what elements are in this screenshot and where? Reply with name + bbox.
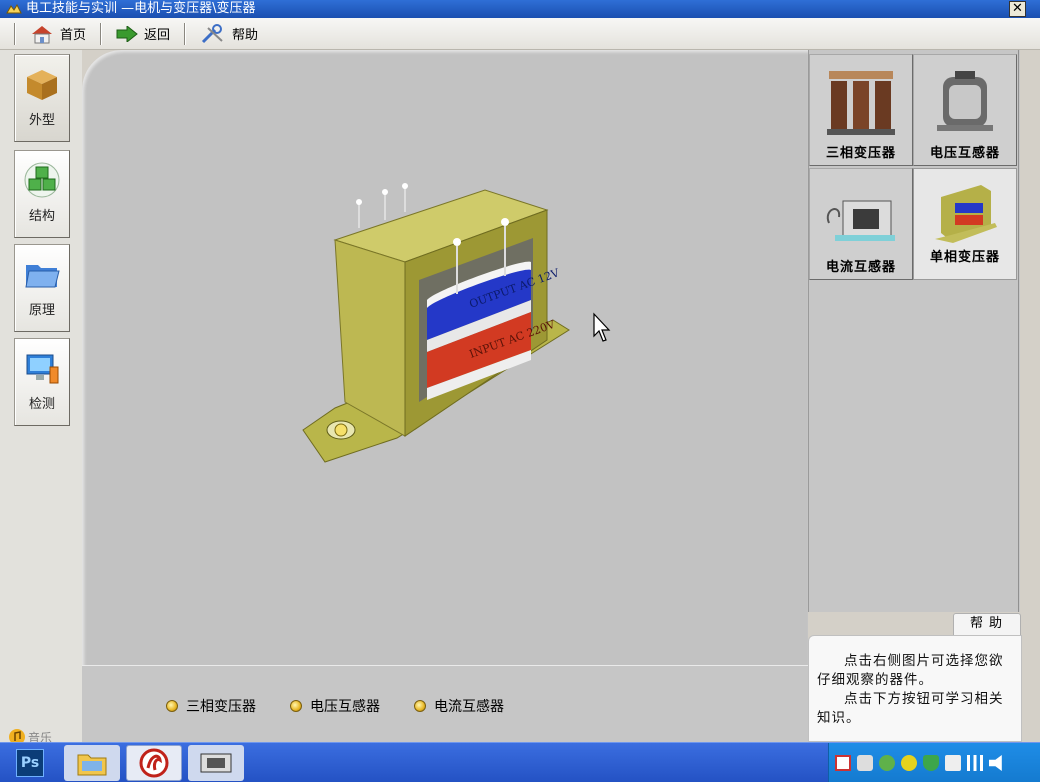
help-text-box: 点击右侧图片可选择您欲仔细观察的器件。 点击下方按钮可学习相关知识。 bbox=[808, 635, 1022, 742]
tray-security-icon[interactable] bbox=[923, 755, 939, 771]
sidebar-item-label: 结构 bbox=[28, 209, 55, 224]
bottom-link-label: 三相变压器 bbox=[186, 699, 256, 715]
tray-network-icon[interactable] bbox=[857, 755, 873, 771]
toolbar: 首页 返回 帮助 bbox=[0, 18, 1040, 50]
back-button[interactable]: 返回 bbox=[112, 20, 174, 48]
bullet-icon bbox=[414, 700, 426, 712]
tile-three-phase-transformer[interactable]: 三相变压器 bbox=[809, 54, 913, 166]
home-icon bbox=[32, 25, 52, 43]
toolbar-separator bbox=[100, 22, 103, 45]
bottom-bar: 三相变压器 电压互感器 电流互感器 bbox=[82, 665, 808, 742]
single-phase-transformer-model[interactable]: OUTPUT AC 12V INPUT AC 220V bbox=[295, 180, 585, 470]
help-line-1: 点击右侧图片可选择您欲仔细观察的器件。 bbox=[817, 653, 1004, 688]
tile-label: 电流互感器 bbox=[825, 260, 896, 275]
taskbar-active-app[interactable] bbox=[126, 745, 182, 781]
current-transformer-icon bbox=[826, 200, 895, 241]
sidebar-item-label: 检测 bbox=[28, 397, 55, 412]
help-tab[interactable]: 帮助 bbox=[953, 613, 1021, 635]
mouse-cursor-icon bbox=[593, 312, 611, 342]
help-line-2: 点击下方按钮可学习相关知识。 bbox=[817, 691, 1004, 726]
main-stage: OUTPUT AC 12V INPUT AC 220V 三相变压器 电压互感器 … bbox=[82, 50, 808, 742]
sidebar-item-principle[interactable]: 原理 bbox=[14, 244, 70, 332]
app-icon bbox=[6, 3, 22, 14]
app-logo-icon bbox=[139, 748, 169, 778]
sidebar-item-label: 外型 bbox=[28, 113, 55, 128]
bottom-link-three-phase[interactable]: 三相变压器 bbox=[166, 696, 256, 716]
tray-plus-icon[interactable] bbox=[901, 755, 917, 771]
window-right-edge bbox=[1022, 50, 1040, 742]
tile-current-transformer[interactable]: 电流互感器 bbox=[809, 168, 913, 280]
toolbar-separator bbox=[184, 22, 187, 45]
taskbar: Ps bbox=[0, 742, 1040, 782]
tile-label: 单相变压器 bbox=[929, 250, 1000, 265]
monitor-icon bbox=[26, 354, 59, 384]
three-phase-transformer-icon bbox=[827, 71, 895, 135]
home-button[interactable]: 首页 bbox=[26, 20, 90, 48]
folder-icon bbox=[25, 265, 60, 288]
device-picker-panel: 三相变压器 电压互感器 电流互感器 单相变压器 bbox=[808, 50, 1020, 612]
bottom-links: 三相变压器 电压互感器 电流互感器 bbox=[166, 696, 504, 716]
tray-volume-icon[interactable] bbox=[989, 755, 1002, 771]
tile-single-phase-transformer[interactable]: 单相变压器 bbox=[913, 168, 1017, 280]
sidebar-item-label: 原理 bbox=[28, 303, 55, 318]
bullet-icon bbox=[290, 700, 302, 712]
tools-icon bbox=[201, 23, 223, 43]
tile-label: 三相变压器 bbox=[825, 146, 896, 161]
taskbar-explorer[interactable] bbox=[64, 745, 120, 781]
bottom-link-label: 电流互感器 bbox=[434, 699, 504, 715]
folder-icon bbox=[77, 754, 107, 776]
close-button[interactable]: ✕ bbox=[1009, 1, 1026, 17]
tray-signal-icon[interactable] bbox=[967, 755, 983, 771]
window-title: 电工技能与实训 —电机与变压器\变压器 bbox=[26, 1, 256, 16]
tray-shield-icon[interactable] bbox=[879, 755, 895, 771]
tile-voltage-transformer[interactable]: 电压互感器 bbox=[913, 54, 1017, 166]
sidebar-item-testing[interactable]: 检测 bbox=[14, 338, 70, 426]
sidebar-item-appearance[interactable]: 外型 bbox=[14, 54, 70, 142]
tile-label: 电压互感器 bbox=[929, 146, 1000, 161]
help-label: 帮助 bbox=[232, 28, 259, 43]
back-label: 返回 bbox=[144, 28, 171, 43]
arrow-right-icon bbox=[116, 25, 138, 42]
bottom-link-current-transformer[interactable]: 电流互感器 bbox=[414, 696, 504, 716]
taskbar-media[interactable] bbox=[188, 745, 244, 781]
photoshop-icon: Ps bbox=[16, 749, 44, 777]
voltage-transformer-icon bbox=[937, 71, 993, 131]
tray-device-icon[interactable] bbox=[945, 755, 961, 771]
toolbar-separator bbox=[14, 22, 16, 45]
system-tray bbox=[828, 743, 1040, 782]
left-sidebar: 外型 结构 原理 检测 bbox=[0, 50, 82, 742]
home-label: 首页 bbox=[60, 28, 87, 43]
title-bar: 电工技能与实训 —电机与变压器\变压器 ✕ bbox=[0, 0, 1040, 18]
cubes-icon bbox=[24, 162, 60, 198]
bottom-link-voltage-transformer[interactable]: 电压互感器 bbox=[290, 696, 380, 716]
tray-mail-icon[interactable] bbox=[835, 755, 851, 771]
film-icon bbox=[200, 753, 232, 773]
bullet-icon bbox=[166, 700, 178, 712]
help-button[interactable]: 帮助 bbox=[196, 20, 262, 48]
device-picker-inner: 三相变压器 电压互感器 电流互感器 单相变压器 bbox=[809, 50, 1019, 612]
taskbar-photoshop[interactable]: Ps bbox=[2, 745, 58, 781]
sidebar-item-structure[interactable]: 结构 bbox=[14, 150, 70, 238]
single-phase-transformer-icon bbox=[935, 185, 997, 243]
bottom-link-label: 电压互感器 bbox=[310, 699, 380, 715]
package-icon bbox=[27, 70, 57, 100]
